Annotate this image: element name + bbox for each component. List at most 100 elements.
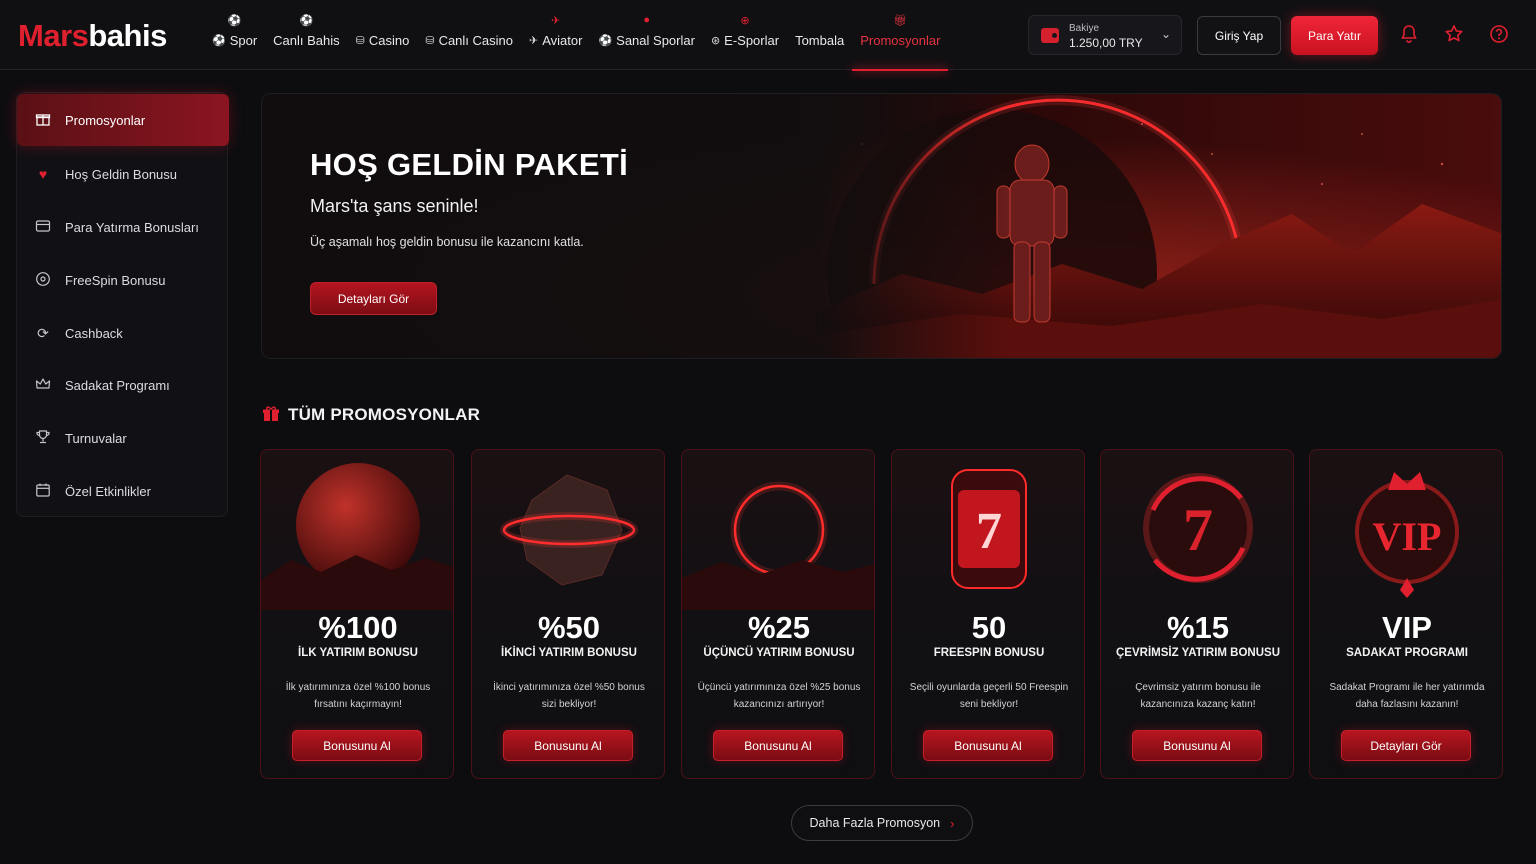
- wallet-icon: [1041, 28, 1059, 43]
- promo-value: %100: [318, 610, 398, 645]
- sidebar-item-promosyonlar[interactable]: Promosyonlar: [17, 94, 229, 146]
- asteroid-illustration: [500, 474, 638, 586]
- gift-icon: [34, 111, 52, 129]
- sidebar-item-label: Turnuvalar: [65, 430, 127, 446]
- gamepad-icon: ⊕: [740, 15, 750, 27]
- svg-text:7: 7: [1183, 497, 1213, 563]
- soccer-ball-icon: ⚽: [598, 34, 613, 47]
- heart-icon: ♥: [38, 166, 48, 182]
- claim-bonus-button[interactable]: Bonusunu Al: [1132, 730, 1262, 761]
- promo-value: %25: [747, 610, 811, 645]
- balance-dropdown[interactable]: Bakiye 1.250,00 TRY ⌄: [1028, 15, 1182, 55]
- nav-label: Promosyonlar: [860, 32, 941, 48]
- more-promotions-button[interactable]: Daha Fazla Promosyon ›: [791, 805, 973, 841]
- svg-text:VIP: VIP: [1373, 514, 1442, 559]
- vip-badge-illustration: VIP: [1355, 472, 1459, 598]
- nav-aviator[interactable]: ✈ ✈ Aviator: [521, 0, 590, 70]
- bell-icon[interactable]: [1398, 24, 1420, 46]
- deposit-button[interactable]: Para Yatır: [1291, 16, 1378, 55]
- top-header: Marsbahis ⚽ ⚽ Spor ⚽ Canlı Bahis ⛁ Casin…: [0, 0, 1536, 71]
- hero-subtitle: Mars'ta şans seninle!: [310, 196, 479, 216]
- nav-label: E-Sporlar: [724, 32, 780, 48]
- hero-description: Üç aşamalı hoş geldin bonusu ile kazancı…: [310, 235, 584, 249]
- gamepad-icon: ⊛: [710, 34, 721, 47]
- portal-ring-illustration: [682, 481, 874, 610]
- star-icon[interactable]: [1443, 24, 1465, 46]
- nav-e-sporlar[interactable]: ⊕ ⊛ E-Sporlar: [703, 0, 787, 70]
- plane-icon: ✈: [529, 34, 539, 47]
- sidebar-item-sadakat[interactable]: Sadakat Programı: [17, 359, 229, 411]
- nav-label: Casino: [368, 32, 410, 48]
- brand-logo[interactable]: Marsbahis: [18, 18, 167, 54]
- sidebar-item-ozel-etkinlikler[interactable]: Özel Etkinlikler: [17, 465, 229, 517]
- sidebar-item-label: Sadakat Programı: [65, 377, 170, 393]
- soccer-ball-icon: ●: [643, 14, 651, 26]
- promo-description: Seçili oyunlarda geçerli 50 Freespin sen…: [909, 682, 1069, 710]
- brand-logo-part1: Mars: [18, 18, 89, 53]
- login-button[interactable]: Giriş Yap: [1197, 16, 1281, 55]
- details-button[interactable]: Detayları Gör: [1341, 730, 1471, 761]
- promo-name: İKİNCİ YATIRIM BONUSU: [501, 647, 637, 659]
- promo-card: 7 50 FREESPIN BONUSU Seçili oyunlarda ge…: [891, 449, 1085, 779]
- plane-icon: ✈: [551, 15, 561, 27]
- promo-value: %50: [537, 610, 601, 645]
- nav-label: Aviator: [542, 32, 583, 48]
- sidebar-item-hos-geldin[interactable]: ♥ Hoş Geldin Bonusu: [17, 148, 229, 200]
- soccer-ball-icon: ⚽: [212, 34, 226, 47]
- nav-label: Canlı Casino: [438, 32, 513, 48]
- claim-bonus-button[interactable]: Bonusunu Al: [923, 730, 1053, 761]
- section-title: TÜM PROMOSYONLAR: [288, 405, 481, 424]
- sidebar: Promosyonlar ♥ Hoş Geldin Bonusu Para Ya…: [16, 92, 229, 517]
- refresh-icon: ⟳: [37, 325, 49, 341]
- promo-name: SADAKAT PROGRAMI: [1346, 647, 1468, 659]
- trophy-icon: [34, 429, 52, 447]
- svg-text:7: 7: [976, 503, 1002, 560]
- brand-logo-part2: bahis: [88, 18, 167, 53]
- promo-value: 50: [971, 610, 1007, 645]
- help-icon[interactable]: [1488, 24, 1510, 46]
- sidebar-item-para-yatirma[interactable]: Para Yatırma Bonusları: [17, 201, 229, 253]
- promo-card: %100 İLK YATIRIM BONUSU İlk yatırımınıza…: [260, 449, 454, 779]
- promo-description: İkinci yatırımınıza özel %50 bonus sizi …: [493, 682, 645, 710]
- sidebar-item-turnuvalar[interactable]: Turnuvalar: [17, 412, 229, 464]
- hero-details-button[interactable]: Detayları Gör: [310, 282, 437, 315]
- nav-casino[interactable]: ⛁ Casino: [348, 0, 418, 70]
- promo-card: %50 İKİNCİ YATIRIM BONUSU İkinci yatırım…: [471, 449, 665, 779]
- promo-name: ÇEVRİMSİZ YATIRIM BONUSU: [1116, 647, 1280, 659]
- more-promotions-label: Daha Fazla Promosyon: [809, 816, 941, 830]
- sidebar-item-freespin[interactable]: FreeSpin Bonusu: [17, 254, 229, 306]
- nav-canli-bahis[interactable]: ⚽ Canlı Bahis: [265, 0, 347, 70]
- nav-label: Canlı Bahis: [273, 32, 340, 48]
- nav-label: Spor: [229, 32, 258, 48]
- claim-bonus-button[interactable]: Bonusunu Al: [713, 730, 843, 761]
- promo-description: İlk yatırımınıza özel %100 bonus fırsatı…: [285, 682, 431, 710]
- nav-tombala[interactable]: Tombala: [787, 0, 852, 70]
- promo-description: Üçüncü yatırımınıza özel %25 bonus kazan…: [697, 682, 861, 710]
- seven-coin-illustration: 7: [1143, 473, 1253, 583]
- sidebar-item-label: Promosyonlar: [65, 112, 146, 128]
- nav-spor[interactable]: ⚽ ⚽ Spor: [204, 0, 265, 70]
- planet-illustration: [261, 463, 453, 610]
- hero-banner: HOŞ GELDİN PAKETİ Mars'ta şans seninle! …: [261, 93, 1502, 359]
- promo-name: FREESPIN BONUSU: [933, 647, 1045, 659]
- crown-icon: [34, 376, 52, 394]
- promo-name: İLK YATIRIM BONUSU: [298, 647, 418, 659]
- nav-label: Tombala: [795, 32, 845, 48]
- sidebar-item-label: FreeSpin Bonusu: [65, 272, 166, 288]
- nav-promosyonlar[interactable]: 🎁︎ Promosyonlar: [852, 0, 949, 71]
- claim-bonus-button[interactable]: Bonusunu Al: [503, 730, 633, 761]
- nav-canli-casino[interactable]: ⛁ Canlı Casino: [417, 0, 521, 70]
- casino-chip-icon: ⛁: [425, 34, 435, 47]
- promo-description: Sadakat Programı ile her yatırımda daha …: [1329, 682, 1485, 710]
- nav-sanal-sporlar[interactable]: ● ⚽ Sanal Sporlar: [590, 0, 702, 70]
- spin-icon: [34, 271, 52, 289]
- promo-card: %25 ÜÇÜNCÜ YATIRIM BONUSU Üçüncü yatırım…: [681, 449, 875, 779]
- nav-label: Sanal Sporlar: [616, 32, 695, 48]
- promo-value: %15: [1166, 610, 1230, 645]
- mars-astronaut-illustration: [262, 94, 1501, 358]
- claim-bonus-button[interactable]: Bonusunu Al: [292, 730, 422, 761]
- casino-chip-icon: ⛁: [355, 34, 365, 47]
- sidebar-item-cashback[interactable]: ⟳ Cashback: [17, 307, 229, 359]
- promo-description: Çevrimsiz yatırım bonusu ile kazancınıza…: [1135, 682, 1261, 710]
- gift-icon: 🎁︎: [893, 15, 908, 27]
